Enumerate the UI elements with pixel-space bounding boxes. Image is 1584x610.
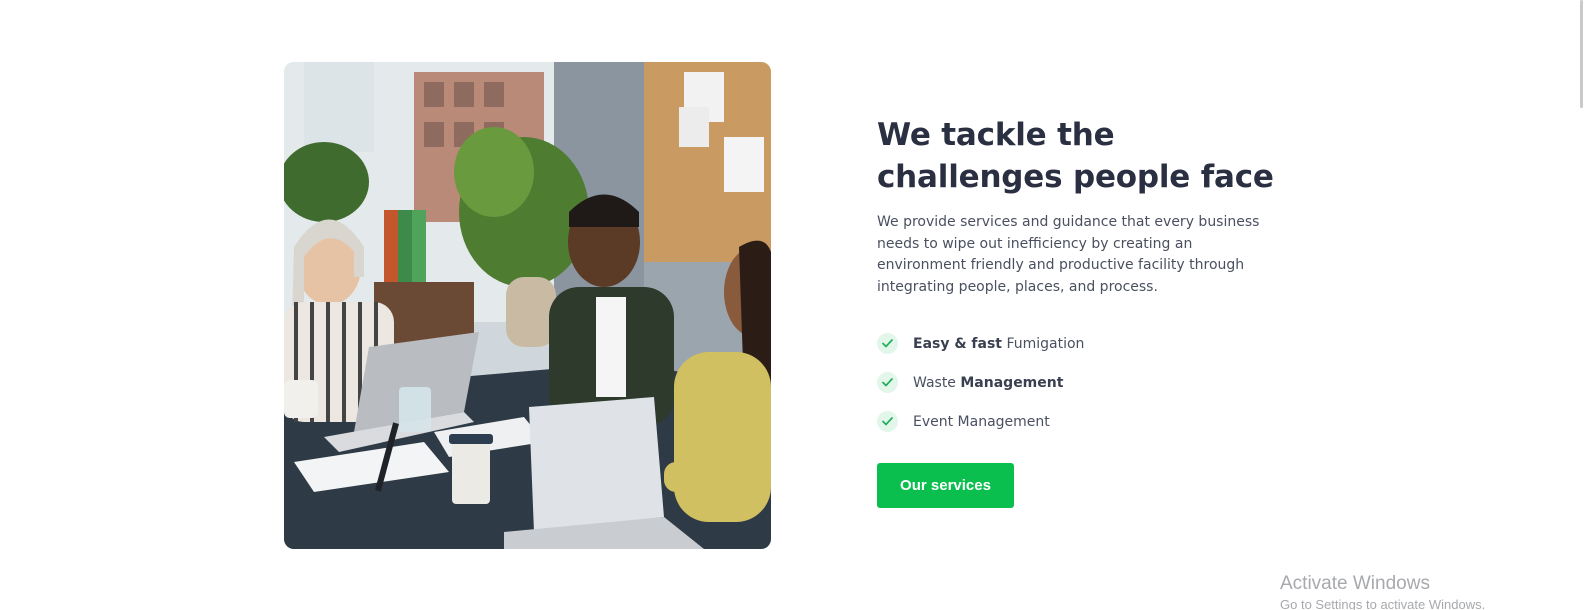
our-services-button[interactable]: Our services: [877, 463, 1014, 508]
feature-bold: Easy & fast: [913, 335, 1002, 352]
feature-text: Easy & fast Fumigation: [913, 336, 1084, 352]
feature-item: Waste Management: [877, 363, 1277, 402]
feature-text: Waste Management: [913, 375, 1063, 391]
watermark-title: Activate Windows: [1280, 573, 1430, 594]
feature-item: Event Management: [877, 402, 1277, 441]
activate-windows-watermark: Activate Windows Go to Settings to activ…: [1280, 572, 1485, 610]
check-icon: [877, 411, 898, 432]
feature-rest: Fumigation: [1002, 335, 1085, 352]
office-team-photo-icon: [284, 62, 771, 549]
page-scrollbar[interactable]: [1566, 0, 1584, 610]
feature-lead: Waste: [913, 374, 961, 391]
check-icon: [877, 372, 898, 393]
watermark-subtitle: Go to Settings to activate Windows.: [1280, 597, 1486, 610]
feature-item: Easy & fast Fumigation: [877, 324, 1277, 363]
hero-photo: [284, 62, 771, 549]
section-headline: We tackle the challenges people face: [877, 117, 1274, 195]
content-column: We tackle the challenges people face We …: [877, 114, 1277, 508]
scrollbar-thumb[interactable]: [1580, 0, 1583, 108]
feature-lead: Event Management: [913, 413, 1050, 430]
feature-text: Event Management: [913, 414, 1050, 430]
feature-bold: Management: [960, 374, 1064, 391]
page: We tackle the challenges people face We …: [0, 0, 1584, 610]
section-description: We provide services and guidance that ev…: [877, 214, 1260, 295]
check-icon: [877, 333, 898, 354]
feature-list: Easy & fast Fumigation Waste Management …: [877, 324, 1277, 441]
